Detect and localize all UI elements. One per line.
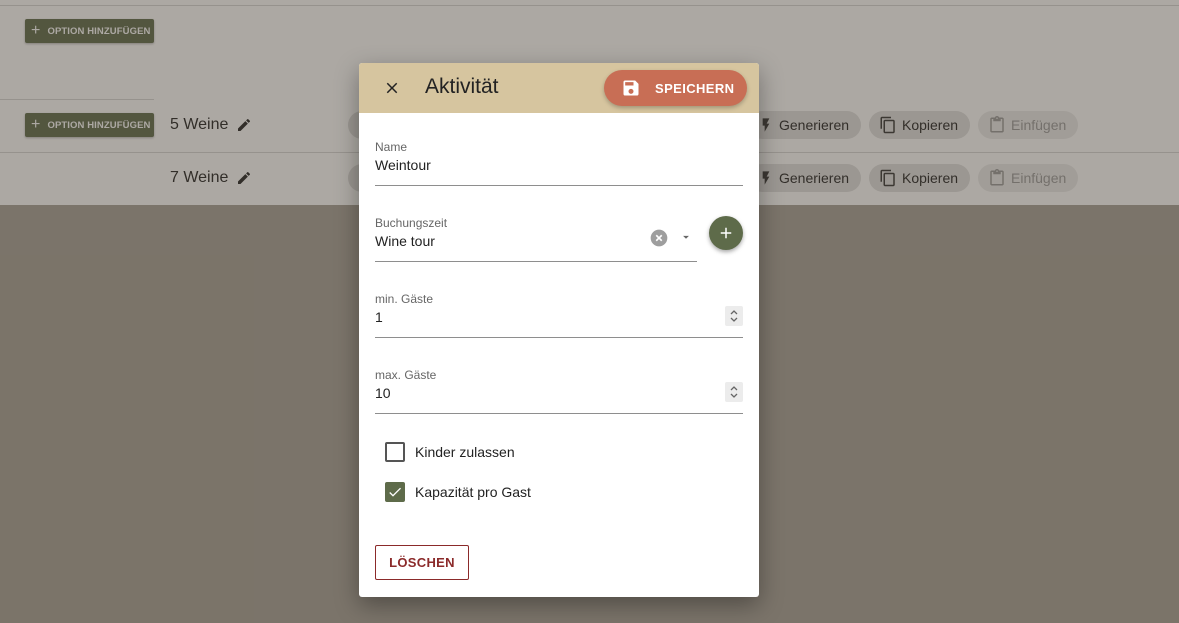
save-label: SPEICHERN xyxy=(655,80,735,96)
delete-button[interactable]: LÖSCHEN xyxy=(375,545,469,580)
booking-time-label: Buchungszeit xyxy=(375,216,448,230)
add-booking-time-button[interactable] xyxy=(709,216,743,250)
save-button[interactable]: SPEICHERN xyxy=(604,70,747,106)
capacity-per-guest-checkbox-row[interactable]: Kapazität pro Gast xyxy=(385,482,531,502)
name-label: Name xyxy=(375,140,408,154)
min-guests-field[interactable]: min. Gäste 1 xyxy=(375,292,743,338)
max-guests-value: 10 xyxy=(375,385,391,401)
close-icon xyxy=(386,82,398,94)
chevron-down-icon[interactable] xyxy=(679,230,693,249)
min-guests-value: 1 xyxy=(375,309,383,325)
activity-dialog: Aktivität SPEICHERN Name Weintour Buchun… xyxy=(359,63,759,597)
dialog-header: Aktivität SPEICHERN xyxy=(359,63,759,113)
number-stepper[interactable] xyxy=(725,306,743,326)
dialog-title: Aktivität xyxy=(425,75,499,98)
checkmark-icon xyxy=(389,487,401,497)
allow-children-label: Kinder zulassen xyxy=(415,444,515,460)
capacity-per-guest-label: Kapazität pro Gast xyxy=(415,484,531,500)
max-guests-label: max. Gäste xyxy=(375,368,437,382)
booking-time-value: Wine tour xyxy=(375,233,435,249)
min-guests-label: min. Gäste xyxy=(375,292,434,306)
booking-time-select[interactable]: Buchungszeit Wine tour xyxy=(375,216,697,262)
name-value: Weintour xyxy=(375,157,431,173)
stepper-arrows-icon xyxy=(730,310,738,322)
max-guests-field[interactable]: max. Gäste 10 xyxy=(375,368,743,414)
allow-children-checkbox[interactable] xyxy=(385,442,405,462)
plus-icon xyxy=(720,227,732,239)
number-stepper[interactable] xyxy=(725,382,743,402)
clear-icon[interactable] xyxy=(649,228,669,248)
floppy-disk-icon xyxy=(621,78,641,98)
capacity-per-guest-checkbox[interactable] xyxy=(385,482,405,502)
name-field[interactable]: Name Weintour xyxy=(375,140,743,186)
stepper-arrows-icon xyxy=(730,386,738,398)
allow-children-checkbox-row[interactable]: Kinder zulassen xyxy=(385,442,515,462)
close-button[interactable] xyxy=(381,77,403,99)
